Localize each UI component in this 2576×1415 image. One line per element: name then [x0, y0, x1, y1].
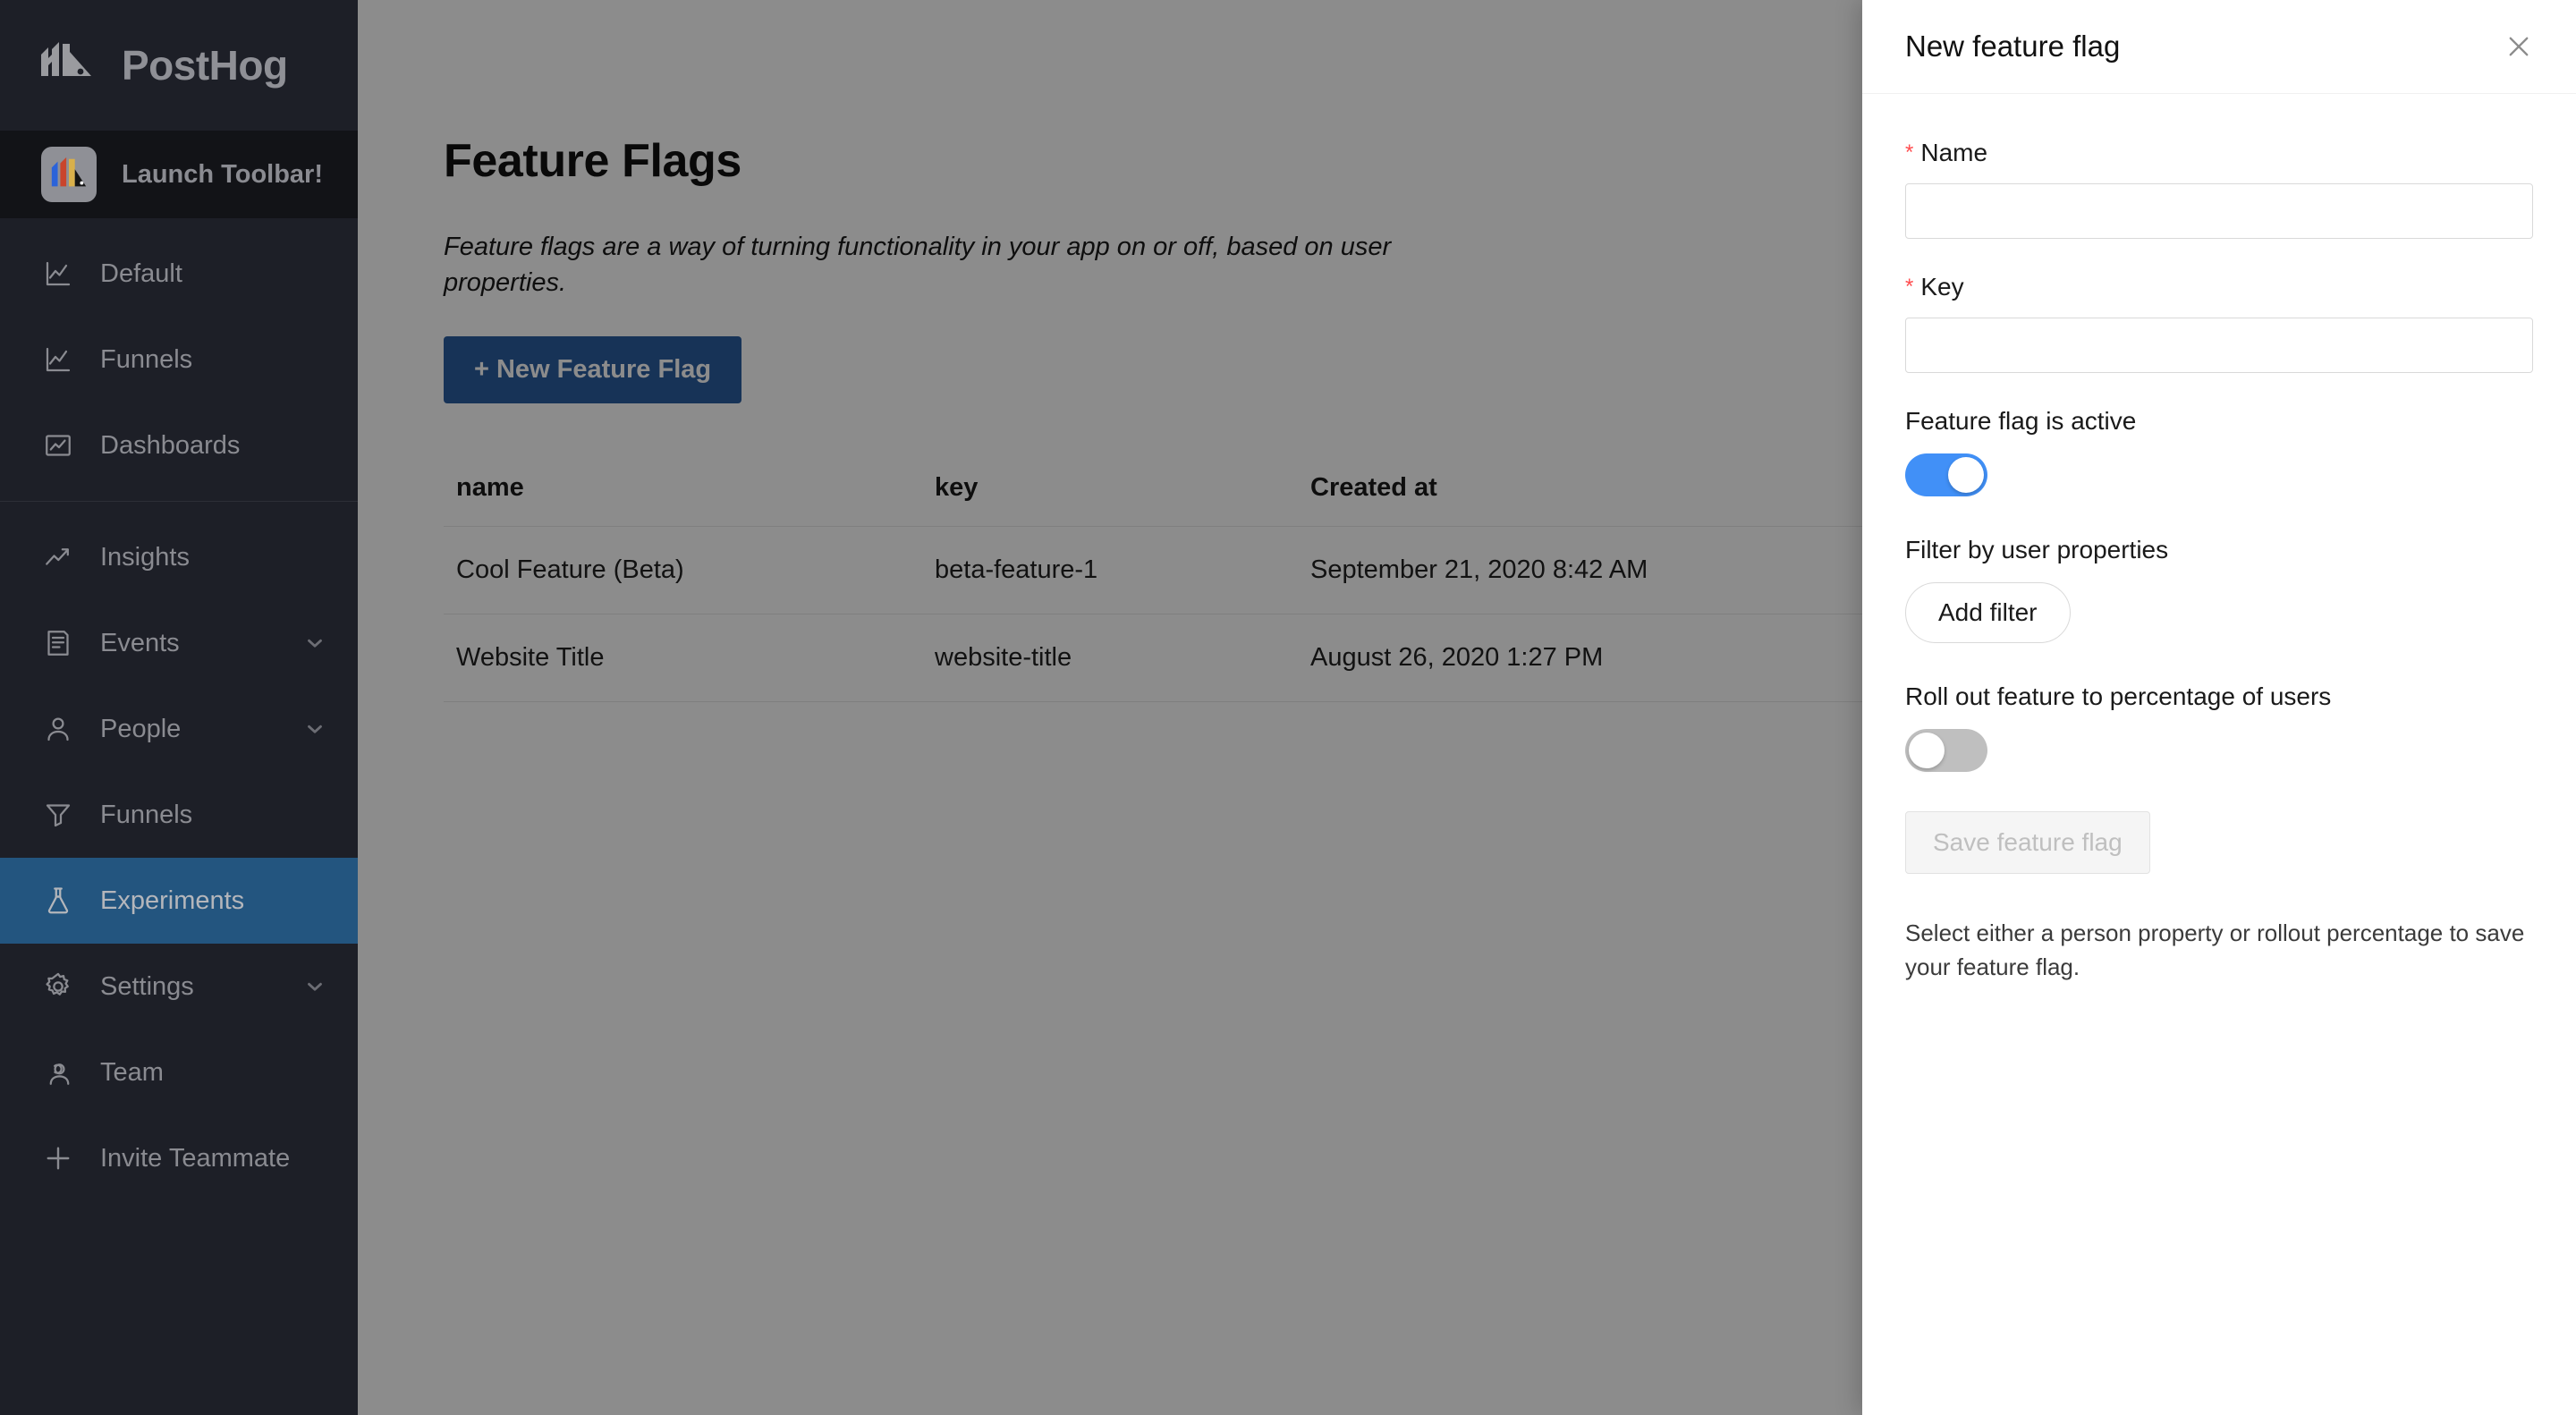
sidebar-item-people[interactable]: People	[0, 686, 358, 772]
sidebar-item-label: Funnels	[100, 344, 193, 374]
app-root: PostHog Launch Toolbar! Default Funnels …	[0, 0, 2576, 1415]
brand-name: PostHog	[122, 42, 288, 89]
launch-toolbar-button[interactable]: Launch Toolbar!	[0, 131, 358, 218]
active-toggle-label: Feature flag is active	[1905, 407, 2137, 435]
sidebar-item-label: Invite Teammate	[100, 1143, 291, 1173]
sidebar-item-experiments[interactable]: Experiments	[0, 858, 358, 944]
drawer-help-text: Select either a person property or rollo…	[1905, 919, 2525, 980]
drawer-header: New feature flag	[1862, 0, 2576, 94]
sidebar-item-events[interactable]: Events	[0, 600, 358, 686]
filter-section-label: Filter by user properties	[1905, 536, 2169, 563]
sidebar-item-insights[interactable]: Insights	[0, 514, 358, 600]
key-input[interactable]	[1905, 318, 2533, 373]
chevron-down-icon[interactable]	[302, 974, 327, 999]
rollout-percentage-toggle[interactable]	[1905, 729, 1987, 772]
sidebar-item-label: Events	[100, 628, 180, 657]
name-input[interactable]	[1905, 183, 2533, 239]
filter-group: Filter by user properties Add filter	[1905, 536, 2533, 643]
sidebar-item-label: Team	[100, 1057, 164, 1087]
gear-icon	[41, 970, 75, 1004]
sidebar-item-dashboards[interactable]: Dashboards	[0, 402, 358, 488]
save-feature-flag-button[interactable]: Save feature flag	[1905, 811, 2150, 874]
feature-flag-active-toggle[interactable]	[1905, 453, 1987, 496]
sidebar-item-team[interactable]: Team	[0, 1029, 358, 1115]
key-field-label: * Key	[1905, 273, 2533, 301]
name-field-label: * Name	[1905, 139, 2533, 167]
sidebar-item-label: Insights	[100, 542, 190, 572]
key-field-group: * Key	[1905, 273, 2533, 373]
line-chart-icon	[41, 257, 75, 291]
brand[interactable]: PostHog	[0, 0, 358, 131]
sidebar-item-label: Funnels	[100, 800, 193, 829]
close-icon[interactable]	[2499, 27, 2538, 66]
line-chart-icon	[41, 343, 75, 377]
required-marker: *	[1905, 140, 1914, 165]
drawer-title: New feature flag	[1905, 30, 2121, 63]
sidebar-item-settings[interactable]: Settings	[0, 944, 358, 1029]
trending-up-icon	[41, 540, 75, 574]
sidebar-item-label: Default	[100, 258, 182, 288]
events-list-icon	[41, 626, 75, 660]
rollout-group: Roll out feature to percentage of users	[1905, 682, 2533, 772]
required-marker: *	[1905, 275, 1914, 299]
sidebar-item-invite-teammate[interactable]: Invite Teammate	[0, 1115, 358, 1201]
sidebar-item-funnels-top[interactable]: Funnels	[0, 317, 358, 402]
user-icon	[41, 712, 75, 746]
dashboard-icon	[41, 428, 75, 462]
active-toggle-group: Feature flag is active	[1905, 407, 2533, 496]
launch-toolbar-label: Launch Toolbar!	[122, 159, 324, 189]
sidebar-item-default[interactable]: Default	[0, 231, 358, 317]
chevron-down-icon[interactable]	[302, 716, 327, 741]
sidebar-item-label: People	[100, 714, 182, 743]
add-filter-button[interactable]: Add filter	[1905, 582, 2071, 643]
posthog-toolbar-icon	[41, 147, 97, 202]
flask-icon	[41, 884, 75, 918]
sidebar-item-label: Settings	[100, 971, 194, 1001]
key-label-text: Key	[1920, 273, 1964, 301]
rollout-section-label: Roll out feature to percentage of users	[1905, 682, 2332, 710]
sidebar: PostHog Launch Toolbar! Default Funnels …	[0, 0, 358, 1415]
plus-icon	[41, 1141, 75, 1175]
new-feature-flag-drawer: New feature flag * Name * Key Feature fl…	[1862, 0, 2576, 1415]
toggle-knob	[1948, 457, 1984, 493]
sidebar-group-dashboards: Default Funnels Dashboards	[0, 218, 358, 501]
sidebar-group-analytics: Insights Events People Funnels Experimen…	[0, 502, 358, 1214]
drawer-body: * Name * Key Feature flag is active Filter…	[1862, 94, 2576, 984]
sidebar-item-funnels[interactable]: Funnels	[0, 772, 358, 858]
name-label-text: Name	[1920, 139, 1988, 166]
funnel-icon	[41, 798, 75, 832]
chevron-down-icon[interactable]	[302, 631, 327, 656]
sidebar-item-label: Experiments	[100, 885, 245, 915]
toggle-knob	[1909, 733, 1945, 768]
team-icon	[41, 1055, 75, 1089]
sidebar-item-label: Dashboards	[100, 430, 241, 460]
posthog-hedgehog-logo-icon	[41, 42, 100, 89]
name-field-group: * Name	[1905, 139, 2533, 239]
